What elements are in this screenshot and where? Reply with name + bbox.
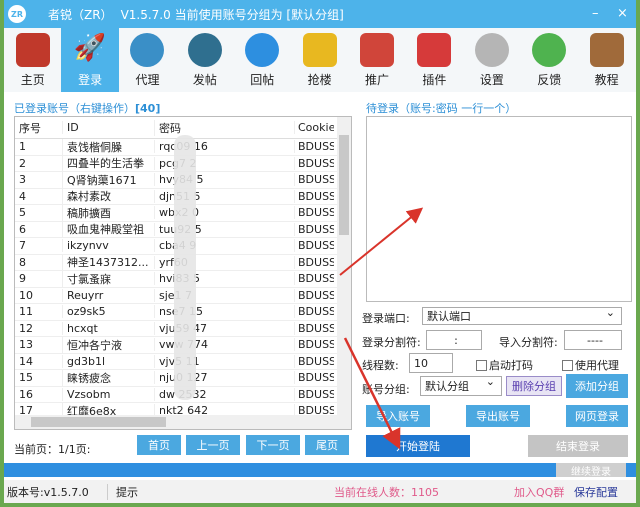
arrow-to-start-button [343,337,401,450]
annotation-arrows [339,207,424,450]
arrow-to-textarea [339,207,424,276]
